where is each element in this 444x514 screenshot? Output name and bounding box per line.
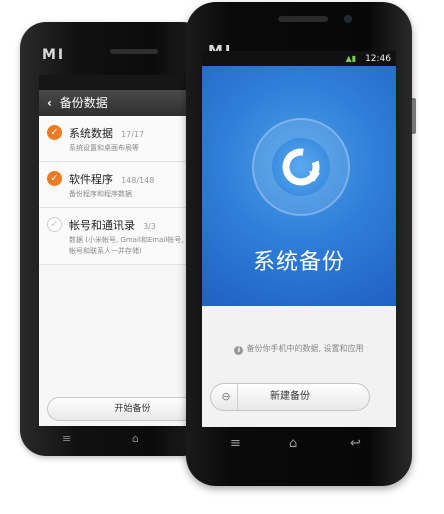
info-text: i 备份你手机中的数据, 设置和应用: [202, 343, 396, 355]
info-icon: i: [234, 346, 244, 355]
front-phone: MI ▲▮ 12:46 系统备份 i备份你手机中的数据, 设置和应用 ⊖ 新建备…: [186, 2, 416, 486]
front-phone-screen: ▲▮ 12:46 系统备份 i 备份你手机中的数据, 设置和应用 ⊖ 新建备份: [202, 51, 396, 427]
info-label: 备份你手机中的数据, 设置和应用: [246, 344, 364, 353]
page-title: 备份数据: [59, 96, 108, 110]
list-item-system-data[interactable]: ✓ 系统数据 17/17 系统设置和桌面布局等: [39, 116, 208, 162]
backup-logo: [272, 138, 330, 196]
item-count: 3/3: [143, 222, 156, 231]
item-title: 系统数据: [69, 127, 113, 140]
item-count: 148/148: [121, 176, 155, 185]
list-item-apps[interactable]: ✓ 软件程序 148/148 备份程序和程序数据: [39, 162, 208, 208]
list-item-accounts[interactable]: ✓ 帐号和通讯录 3/3 数据 (小米帐号, Gmail和Email帐号, 微博…: [39, 208, 208, 265]
clock: 12:46: [365, 54, 391, 64]
item-description: 备份程序和程序数据: [69, 190, 132, 198]
status-bar: ◔: [39, 75, 208, 90]
signal-icon: ▲▮: [345, 54, 357, 63]
new-backup-label: 新建备份: [270, 391, 310, 402]
back-arrow-icon[interactable]: ‹: [47, 96, 52, 110]
item-description: 数据 (小米帐号, Gmail和Email帐号, 微博帐号和联系人一并存储): [69, 236, 200, 255]
backup-refresh-icon: [282, 148, 320, 186]
new-backup-button[interactable]: ⊖ 新建备份: [210, 383, 370, 411]
item-title: 帐号和通讯录: [69, 219, 135, 232]
title-bar: ‹ 备份数据: [39, 90, 208, 116]
check-icon[interactable]: ✓: [47, 217, 62, 232]
back-icon[interactable]: ↩: [350, 436, 361, 451]
home-icon[interactable]: ⌂: [289, 436, 297, 451]
earpiece-speaker: [278, 16, 328, 22]
menu-icon[interactable]: ≡: [62, 432, 71, 445]
item-title: 软件程序: [69, 173, 113, 186]
volume-button: [412, 98, 416, 134]
check-icon[interactable]: ✓: [47, 171, 62, 186]
menu-icon[interactable]: ≡: [230, 436, 241, 451]
button-area: 开始备份: [39, 393, 208, 426]
nav-bar: ≡ ⌂ ↩: [186, 436, 412, 456]
earpiece-speaker: [110, 49, 158, 54]
front-camera: [344, 15, 352, 23]
hero-title: 系统备份: [252, 250, 345, 275]
nav-bar: ≡ ⌂: [20, 432, 208, 448]
check-icon[interactable]: ✓: [47, 125, 62, 140]
back-phone: MI ◔ ‹ 备份数据 ✓ 系统数据 17/17 系统设置和桌面布局等 ✓ 软件…: [20, 22, 208, 456]
hero-panel: 系统备份: [202, 66, 396, 306]
home-icon[interactable]: ⌂: [132, 432, 139, 445]
unlock-icon[interactable]: ⊖: [215, 384, 238, 410]
start-backup-button[interactable]: 开始备份: [47, 397, 208, 421]
item-description: 系统设置和桌面布局等: [69, 144, 139, 152]
back-phone-screen: ◔ ‹ 备份数据 ✓ 系统数据 17/17 系统设置和桌面布局等 ✓ 软件程序 …: [39, 75, 208, 426]
backup-logo-ring: [252, 118, 350, 216]
brand-logo: MI: [42, 47, 66, 63]
status-bar: ▲▮ 12:46: [202, 51, 396, 66]
item-count: 17/17: [121, 130, 145, 139]
